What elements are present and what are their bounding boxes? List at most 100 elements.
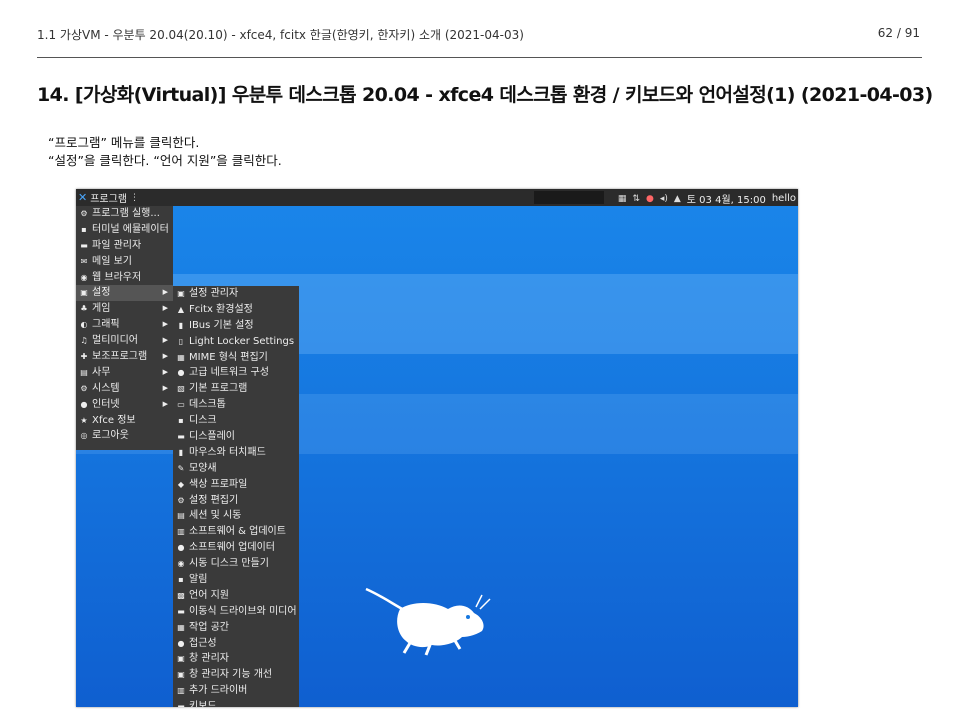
submenu-item[interactable]: ▭ 데스크톱: [173, 397, 299, 413]
appearance-icon: ✎: [177, 463, 185, 473]
submenu-item[interactable]: ▪ 알림: [173, 572, 299, 588]
multimedia-icon: ♫: [80, 336, 88, 346]
mouse-tail: [365, 587, 407, 613]
menu-item[interactable]: ✉ 메일 보기: [76, 254, 173, 270]
mouse-body: [397, 603, 484, 648]
settings-editor-icon: ⚙: [177, 495, 185, 505]
menu-item[interactable]: ♣ 게임 ▶: [76, 301, 173, 317]
handle-icon: ⋮: [130, 192, 140, 203]
chevron-right-icon: ▶: [162, 352, 168, 360]
game-icon: ♣: [80, 304, 88, 314]
chevron-right-icon: ▶: [162, 320, 168, 329]
menu-item[interactable]: ◐ 그래픽 ▶: [76, 317, 173, 333]
submenu-item-label: 디스플레이: [189, 431, 235, 443]
submenu-item[interactable]: ▲ Fcitx 환경설정: [173, 302, 299, 318]
desktop-icon: ▭: [177, 400, 185, 410]
submenu-item[interactable]: ▬ 디스플레이: [173, 429, 299, 445]
menu-item[interactable]: ● 인터넷 ▶: [76, 397, 173, 413]
logout-icon: ◎: [80, 431, 88, 441]
menu-item[interactable]: ⚙ 시스템 ▶: [76, 381, 173, 397]
menu-item-label: 로그아웃: [92, 430, 129, 442]
menu-item-label: 사무: [92, 366, 111, 378]
header-divider: [37, 57, 922, 58]
menu-item[interactable]: ▣ 설정 ▶: [76, 285, 173, 302]
settings-manager-icon: ▣: [177, 289, 185, 298]
submenu-item[interactable]: ▩ 언어 지원: [173, 588, 299, 604]
network-icon[interactable]: ⇅: [632, 194, 640, 204]
submenu-item[interactable]: ✎ 모양새: [173, 461, 299, 477]
submenu-item-label: Fcitx 환경설정: [189, 303, 253, 315]
color-profile-icon: ◆: [177, 479, 185, 489]
menu-item[interactable]: ✚ 보조프로그램 ▶: [76, 349, 173, 365]
submenu-item-label: 키보드: [189, 701, 217, 707]
menu-item-label: 웹 브라우저: [92, 271, 142, 283]
instruction-line-1: “프로그램” 메뉴를 클릭한다.: [48, 135, 200, 150]
desktop-screenshot: ✕ 프로그램 ⋮ ▦ ⇅ ● ◂) ▲ 토 03 4월, 15:00 hello…: [76, 189, 798, 707]
submenu-item[interactable]: ▤ 세션 및 시동: [173, 508, 299, 524]
run-icon: ⚙: [80, 209, 88, 218]
submenu-item[interactable]: ● 접근성: [173, 636, 299, 652]
submenu-item-label: 데스크톱: [189, 399, 226, 411]
menu-item[interactable]: ♫ 멀티미디어 ▶: [76, 333, 173, 349]
menu-item-label: 터미널 에뮬레이터: [92, 223, 169, 235]
ibus-icon: ▮: [178, 320, 184, 330]
menu-item-label: 메일 보기: [92, 255, 132, 267]
workspace-switcher[interactable]: [534, 191, 604, 204]
menu-item[interactable]: ▪ 터미널 에뮬레이터: [76, 222, 173, 238]
submenu-item[interactable]: ▯ Light Locker Settings: [173, 334, 299, 350]
submenu-item[interactable]: ▦ MIME 형식 편집기: [173, 350, 299, 366]
menu-item[interactable]: ◉ 웹 브라우저: [76, 270, 173, 286]
keyboard-icon: ▬: [177, 702, 185, 707]
submenu-item[interactable]: ▣ 설정 관리자: [173, 286, 299, 302]
clock[interactable]: 토 03 4월, 15:00: [687, 191, 766, 206]
menu-item[interactable]: ⚙ 프로그램 실행...: [76, 206, 173, 222]
bell-icon[interactable]: ▲: [674, 194, 681, 204]
language-icon: ▩: [177, 590, 185, 600]
color-icon[interactable]: ●: [646, 194, 654, 204]
system-tray: ▦ ⇅ ● ◂) ▲ 토 03 4월, 15:00 hello: [618, 191, 796, 206]
accessories-icon: ✚: [80, 352, 88, 362]
submenu-item[interactable]: ▥ 소프트웨어 & 업데이트: [173, 524, 299, 540]
menu-item[interactable]: ▤ 사무 ▶: [76, 365, 173, 381]
submenu-item[interactable]: ◆ 색상 프로파일: [173, 477, 299, 493]
menu-item[interactable]: ▬ 파일 관리자: [76, 238, 173, 254]
submenu-item[interactable]: ▧ 기본 프로그램: [173, 381, 299, 397]
menu-item-label: 시스템: [92, 382, 120, 394]
applications-menu: ⚙ 프로그램 실행... ▪ 터미널 에뮬레이터 ▬ 파일 관리자 ✉ 메일 보기 ◉ 웹 브라우…: [76, 206, 173, 450]
submenu-item-label: 창 관리자 기능 개선: [189, 669, 273, 681]
updater-icon: ●: [177, 543, 185, 553]
menu-item-label: 보조프로그램: [92, 351, 148, 363]
submenu-item[interactable]: ▬ 키보드: [173, 699, 299, 707]
submenu-item[interactable]: ● 소프트웨어 업데이터: [173, 540, 299, 556]
menu-item[interactable]: ◎ 로그아웃: [76, 428, 173, 444]
submenu-item-label: 접근성: [189, 637, 217, 649]
submenu-item-label: 알림: [189, 574, 208, 586]
submenu-item[interactable]: ▣ 창 관리자: [173, 651, 299, 667]
submenu-item[interactable]: ▥ 추가 드라이버: [173, 683, 299, 699]
menu-item-label: 멀티미디어: [92, 335, 138, 347]
window-manager-icon: ▣: [177, 654, 185, 664]
lock-icon: ▯: [178, 336, 184, 346]
volume-icon[interactable]: ◂): [660, 194, 668, 204]
submenu-item[interactable]: ▮ IBus 기본 설정: [173, 318, 299, 334]
submenu-item[interactable]: ▣ 창 관리자 기능 개선: [173, 667, 299, 683]
submenu-item[interactable]: ▦ 작업 공간: [173, 620, 299, 636]
submenu-item[interactable]: ▮ 마우스와 터치패드: [173, 445, 299, 461]
submenu-item-label: 마우스와 터치패드: [189, 446, 266, 458]
submenu-item[interactable]: ▬ 이동식 드라이브와 미디어: [173, 604, 299, 620]
keyboard-tray-icon[interactable]: ▦: [618, 194, 627, 204]
chevron-right-icon: ▶: [162, 304, 168, 313]
internet-icon: ●: [80, 399, 88, 409]
mail-icon: ✉: [80, 256, 88, 266]
menu-item-label: 인터넷: [92, 398, 120, 410]
submenu-item[interactable]: ◉ 시동 디스크 만들기: [173, 556, 299, 572]
submenu-item[interactable]: ● 고급 네트워크 구성: [173, 365, 299, 381]
applications-menu-button[interactable]: ✕ 프로그램 ⋮: [78, 190, 139, 205]
submenu-item[interactable]: ▪ 디스크: [173, 413, 299, 429]
user-name[interactable]: hello: [772, 193, 796, 204]
chevron-right-icon: ▶: [162, 383, 168, 392]
top-panel: ✕ 프로그램 ⋮ ▦ ⇅ ● ◂) ▲ 토 03 4월, 15:00 hello: [76, 189, 798, 206]
menu-item[interactable]: ★ Xfce 정보: [76, 413, 173, 429]
submenu-item[interactable]: ⚙ 설정 편집기: [173, 493, 299, 509]
mouse-icon: ▮: [178, 447, 184, 457]
